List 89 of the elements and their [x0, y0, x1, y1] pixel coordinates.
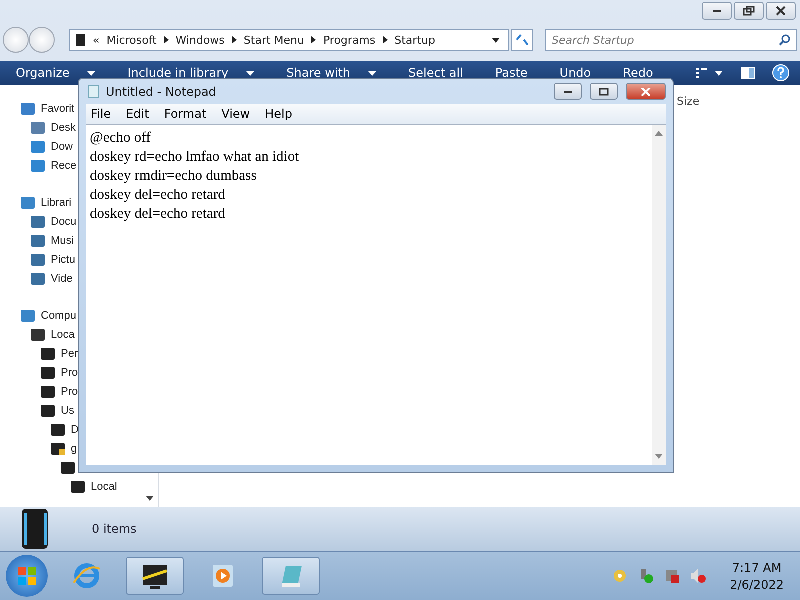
text-line: doskey del=echo retard — [90, 205, 226, 224]
separator-arrow-icon — [311, 36, 316, 44]
window-title: Untitled - Notepad — [106, 84, 216, 98]
menu-item[interactable]: File — [91, 107, 112, 121]
refresh-icon — [515, 34, 529, 46]
time: 7:17 AM — [732, 560, 782, 574]
scrollbar[interactable] — [652, 125, 666, 465]
text-line: doskey rmdir=echo dumbass — [90, 167, 258, 186]
menu-item[interactable]: Help — [265, 107, 292, 121]
close-button[interactable] — [766, 2, 796, 20]
date: 2/6/2022 — [730, 578, 784, 592]
breadcrumb[interactable]: Microsoft — [106, 34, 157, 46]
tree-item[interactable]: Pro — [61, 366, 78, 378]
toolbar-button[interactable]: Include in library — [120, 66, 263, 80]
restore-button[interactable] — [734, 2, 764, 20]
forward-button[interactable] — [29, 27, 55, 53]
device-check-icon[interactable] — [638, 568, 654, 584]
caret-icon — [246, 70, 255, 76]
tree-item[interactable]: Dow — [51, 140, 74, 152]
tree-item[interactable]: Per — [61, 348, 78, 360]
menu-item[interactable]: Edit — [126, 107, 150, 121]
preview-pane-icon[interactable] — [740, 66, 756, 80]
scroll-up-arrow-icon[interactable] — [655, 131, 663, 136]
column-header[interactable]: Size — [677, 95, 700, 108]
tree-item[interactable]: Compu — [41, 310, 76, 322]
breadcrumb[interactable]: Start Menu — [244, 34, 304, 46]
disc-icon[interactable] — [612, 568, 628, 584]
breadcrumb[interactable]: Programs — [323, 34, 376, 46]
breadcrumb[interactable]: Windows — [176, 34, 225, 46]
maximize-button[interactable] — [590, 83, 618, 100]
toolbar-button[interactable]: Redo — [615, 66, 662, 80]
tree-item[interactable]: Desk — [51, 122, 76, 134]
help-icon[interactable] — [772, 64, 790, 82]
minimize-button[interactable] — [702, 2, 732, 20]
caret-icon — [86, 70, 96, 76]
caret-icon — [368, 70, 377, 76]
tree-item[interactable]: Favorit — [41, 102, 75, 114]
tree-item[interactable]: Librari — [41, 196, 72, 208]
scroll-down-arrow-icon[interactable] — [146, 496, 154, 501]
text-area[interactable]: @echo off doskey rd=echo lmfao what an idiot doskey rmdir=echo dumbass doskey del=echo retard doskey del=echo retard — [86, 125, 666, 465]
view-options-icon[interactable] — [696, 67, 724, 79]
overflow-chevron[interactable]: « — [93, 34, 100, 46]
browser-icon — [72, 561, 102, 591]
tree-item[interactable]: Loca — [51, 328, 75, 340]
tree-item[interactable]: Rece — [51, 160, 77, 172]
toolbar-button[interactable]: Select all — [400, 66, 472, 80]
search-field[interactable]: Search Startup — [545, 29, 797, 51]
separator-arrow-icon — [382, 36, 388, 44]
dropdown-arrow-icon[interactable] — [492, 38, 500, 42]
refresh-button[interactable] — [511, 29, 533, 51]
clock[interactable]: 7:17 AM 2/6/2022 — [730, 560, 784, 592]
toolbar-button[interactable]: Undo — [552, 66, 600, 80]
tree-item[interactable]: Musi — [51, 234, 74, 246]
toolbar-button[interactable]: Share with — [278, 66, 385, 80]
close-button[interactable] — [626, 83, 666, 100]
text-line: @echo off — [90, 129, 152, 148]
close-icon — [776, 6, 786, 16]
tree-item[interactable]: Us — [61, 404, 74, 416]
back-button[interactable] — [3, 27, 29, 53]
text-line: doskey rd=echo lmfao what an idiot — [90, 148, 300, 167]
separator-arrow-icon — [232, 36, 237, 44]
tree-item[interactable]: Pro — [61, 386, 78, 398]
network-error-icon[interactable] — [664, 568, 680, 584]
tree-item[interactable]: Vide — [51, 272, 73, 284]
minimize-icon — [564, 90, 572, 92]
search-icon — [779, 34, 791, 46]
minimize-button[interactable] — [554, 83, 582, 100]
speaker-muted-icon[interactable] — [690, 568, 706, 584]
tree-item[interactable]: Pictu — [51, 254, 76, 266]
start-button[interactable] — [6, 555, 48, 597]
maximize-icon — [599, 88, 609, 96]
tree-item[interactable]: g — [71, 442, 78, 454]
notepad-icon — [88, 84, 100, 98]
breadcrumb[interactable]: Startup — [394, 34, 436, 46]
address-bar[interactable]: « Microsoft Windows Start Menu Programs Startup — [69, 29, 509, 51]
tree-item[interactable]: Local — [91, 480, 118, 492]
menu-item[interactable]: Format — [164, 107, 207, 121]
separator-arrow-icon — [164, 36, 169, 44]
text-line: doskey del=echo retard — [90, 186, 226, 205]
toolbar-button[interactable]: Paste — [487, 66, 536, 80]
tree-item[interactable]: Docu — [51, 216, 77, 228]
toolbar-button[interactable]: Organize — [10, 66, 104, 80]
item-count: 0 items — [92, 522, 137, 536]
close-icon — [641, 88, 651, 96]
minimize-icon — [713, 10, 721, 12]
menu-item[interactable]: View — [222, 107, 250, 121]
tree-item[interactable]: D — [71, 424, 79, 436]
taskbar-button[interactable] — [126, 557, 184, 595]
restore-icon — [743, 6, 755, 16]
